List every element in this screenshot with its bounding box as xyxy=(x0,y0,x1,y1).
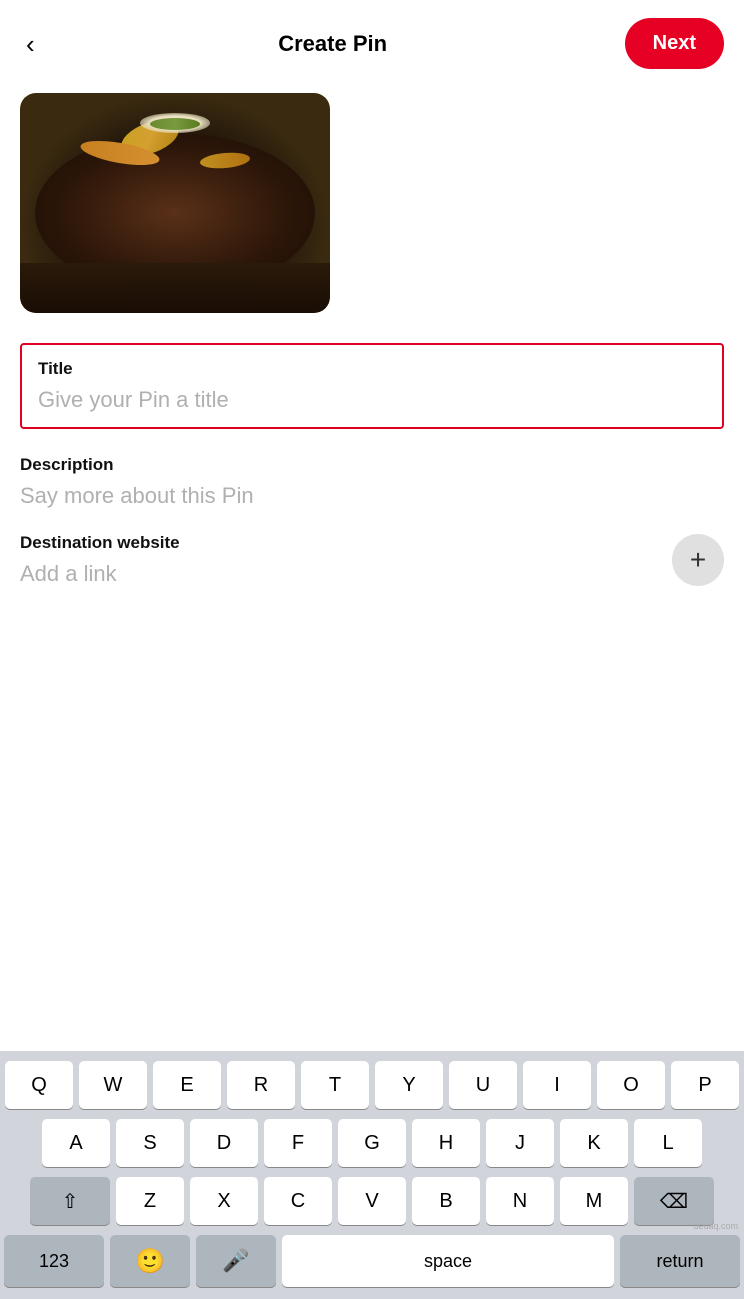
return-key[interactable]: return xyxy=(620,1235,740,1287)
key-x[interactable]: X xyxy=(190,1177,258,1225)
key-w[interactable]: W xyxy=(79,1061,147,1109)
image-section xyxy=(0,83,744,333)
keyboard-row-1: Q W E R T Y U I O P xyxy=(4,1061,740,1109)
keyboard: Q W E R T Y U I O P A S D F G H J K L ⇧ … xyxy=(0,1051,744,1299)
key-s[interactable]: S xyxy=(116,1119,184,1167)
key-t[interactable]: T xyxy=(301,1061,369,1109)
add-link-button[interactable]: + xyxy=(672,534,724,586)
back-button[interactable]: ‹ xyxy=(20,25,41,63)
key-f[interactable]: F xyxy=(264,1119,332,1167)
key-v[interactable]: V xyxy=(338,1177,406,1225)
key-y[interactable]: Y xyxy=(375,1061,443,1109)
title-input[interactable]: Give your Pin a title xyxy=(38,387,706,413)
key-d[interactable]: D xyxy=(190,1119,258,1167)
key-r[interactable]: R xyxy=(227,1061,295,1109)
space-label: space xyxy=(424,1251,472,1272)
destination-label: Destination website xyxy=(20,533,672,553)
key-o[interactable]: O xyxy=(597,1061,665,1109)
pin-image[interactable] xyxy=(20,93,330,313)
numbers-label: 123 xyxy=(39,1251,69,1272)
app-header: ‹ Create Pin Next xyxy=(0,0,744,83)
key-g[interactable]: G xyxy=(338,1119,406,1167)
key-j[interactable]: J xyxy=(486,1119,554,1167)
key-k[interactable]: K xyxy=(560,1119,628,1167)
emoji-key[interactable]: 🙂 xyxy=(110,1235,190,1287)
keyboard-bottom-row: 123 🙂 🎤 space return xyxy=(4,1235,740,1287)
key-h[interactable]: H xyxy=(412,1119,480,1167)
shift-key[interactable]: ⇧ xyxy=(30,1177,110,1225)
page-title: Create Pin xyxy=(278,31,387,57)
emoji-icon: 🙂 xyxy=(135,1247,165,1276)
description-input[interactable]: Say more about this Pin xyxy=(20,483,724,509)
plus-icon: + xyxy=(690,544,706,576)
mic-icon: 🎤 xyxy=(222,1248,249,1274)
delete-key[interactable]: ⌫ xyxy=(634,1177,714,1225)
destination-input[interactable]: Add a link xyxy=(20,561,672,587)
mic-key[interactable]: 🎤 xyxy=(196,1235,276,1287)
space-key[interactable]: space xyxy=(282,1235,614,1287)
return-label: return xyxy=(656,1251,703,1272)
key-b[interactable]: B xyxy=(412,1177,480,1225)
destination-field-container: Destination website Add a link + xyxy=(0,521,744,603)
title-label: Title xyxy=(38,359,706,379)
key-e[interactable]: E xyxy=(153,1061,221,1109)
key-c[interactable]: C xyxy=(264,1177,332,1225)
description-field-container[interactable]: Description Say more about this Pin xyxy=(0,439,744,521)
key-i[interactable]: I xyxy=(523,1061,591,1109)
key-p[interactable]: P xyxy=(671,1061,739,1109)
keyboard-row-3: ⇧ Z X C V B N M ⌫ xyxy=(4,1177,740,1225)
key-z[interactable]: Z xyxy=(116,1177,184,1225)
key-u[interactable]: U xyxy=(449,1061,517,1109)
title-field-container[interactable]: Title Give your Pin a title xyxy=(20,343,724,429)
key-l[interactable]: L xyxy=(634,1119,702,1167)
next-button[interactable]: Next xyxy=(625,18,724,69)
key-a[interactable]: A xyxy=(42,1119,110,1167)
destination-content: Destination website Add a link xyxy=(20,533,672,587)
description-label: Description xyxy=(20,455,724,475)
key-m[interactable]: M xyxy=(560,1177,628,1225)
watermark: deuaq.com xyxy=(693,1221,738,1231)
key-n[interactable]: N xyxy=(486,1177,554,1225)
key-q[interactable]: Q xyxy=(5,1061,73,1109)
keyboard-row-2: A S D F G H J K L xyxy=(4,1119,740,1167)
numbers-key[interactable]: 123 xyxy=(4,1235,104,1287)
